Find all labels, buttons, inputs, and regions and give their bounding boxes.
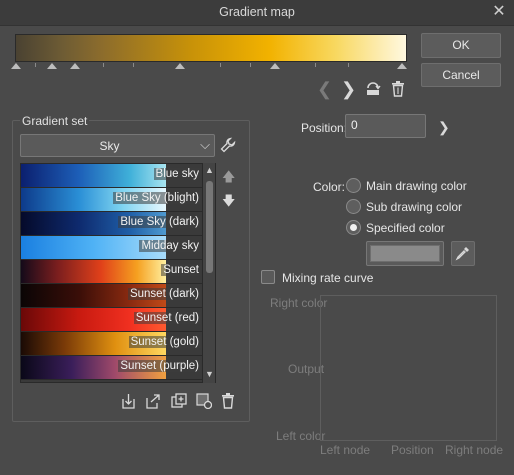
list-item[interactable]: Blue Sky (dark) <box>21 212 203 236</box>
gradient-node-marker[interactable] <box>397 63 407 69</box>
mixing-rate-checkbox[interactable] <box>261 270 275 284</box>
invert-gradient-icon[interactable] <box>365 81 381 97</box>
list-item[interactable]: Blue sky <box>21 164 203 188</box>
close-icon[interactable]: ✕ <box>490 3 508 21</box>
gradient-node-marker[interactable] <box>70 63 80 69</box>
gradient-node-track[interactable] <box>11 63 407 73</box>
tick-mark <box>315 63 316 67</box>
tick-mark <box>35 63 36 67</box>
gradient-node-marker[interactable] <box>175 63 185 69</box>
list-item[interactable]: Sunset (gold) <box>21 332 203 356</box>
gradient-set-selected: Sky <box>99 139 120 153</box>
gradient-set-dropdown[interactable]: Sky ⌵ <box>20 134 215 157</box>
specified-color-swatch[interactable] <box>366 241 444 266</box>
gradient-node-marker[interactable] <box>47 63 57 69</box>
tick-mark <box>133 63 134 67</box>
gradient-swatch <box>21 164 166 187</box>
gradient-name: Blue Sky (dark) <box>118 216 201 228</box>
tick-mark <box>250 63 251 67</box>
left-color-label: Left color <box>276 429 326 443</box>
tick-mark <box>103 63 104 67</box>
gradient-name: Sunset (red) <box>133 312 201 324</box>
list-item[interactable]: Sunset (purple) <box>21 356 203 380</box>
scroll-down-icon[interactable]: ▼ <box>203 369 216 381</box>
gradient-name: Sunset (gold) <box>128 336 201 348</box>
move-down-icon[interactable]: 🡇 <box>222 192 235 214</box>
left-node-label: Left node <box>320 443 371 457</box>
list-item[interactable]: Midday sky <box>21 236 203 260</box>
position-axis-label: Position <box>391 443 434 457</box>
window-title: Gradient map <box>219 5 295 19</box>
sub-color-radio[interactable] <box>346 199 361 214</box>
gradient-name: Sunset (dark) <box>127 288 201 300</box>
tick-mark <box>348 63 349 67</box>
mixing-rate-label[interactable]: Mixing rate curve <box>282 271 373 285</box>
specified-color-radio[interactable] <box>346 220 361 235</box>
gradient-name: Midday sky <box>139 240 201 252</box>
scroll-thumb[interactable] <box>206 181 213 273</box>
gradient-preview-bar[interactable] <box>15 34 407 62</box>
cancel-button[interactable]: Cancel <box>421 63 501 87</box>
gradient-node-marker[interactable] <box>270 63 280 69</box>
position-input[interactable]: 0 <box>345 114 426 138</box>
gradient-name: Blue sky <box>153 168 201 180</box>
gradient-swatch <box>21 260 166 283</box>
delete-gradient-icon[interactable] <box>221 393 235 409</box>
position-label: Position: <box>301 121 348 135</box>
export-gradient-icon[interactable] <box>145 393 161 409</box>
eyedropper-button[interactable] <box>451 241 475 266</box>
import-gradient-icon[interactable] <box>121 393 136 409</box>
list-scrollbar[interactable]: ▲ ▼ <box>202 163 215 383</box>
list-item[interactable]: Sunset (red) <box>21 308 203 332</box>
title-bar: Gradient map ✕ <box>0 0 514 26</box>
gradient-settings-icon[interactable] <box>196 393 212 409</box>
mixing-curve-graph <box>320 295 497 441</box>
gradient-node-marker[interactable] <box>11 63 21 69</box>
next-node-icon[interactable]: ❯ <box>341 80 356 98</box>
move-up-icon[interactable]: 🡅 <box>222 168 235 190</box>
chevron-down-icon: ⌵ <box>200 137 210 152</box>
output-label: Output <box>288 362 325 376</box>
main-color-radio[interactable] <box>346 178 361 193</box>
tick-mark <box>220 63 221 67</box>
list-item[interactable]: Sunset (dark) <box>21 284 203 308</box>
position-expand-icon[interactable]: ❯ <box>438 118 450 136</box>
color-swatch-fill <box>370 245 440 262</box>
right-node-label: Right node <box>445 443 504 457</box>
trash-icon[interactable] <box>391 81 405 97</box>
gradient-name: Sunset <box>161 264 201 276</box>
eyedropper-icon <box>455 247 469 261</box>
wrench-icon[interactable] <box>220 137 236 153</box>
sub-color-option[interactable]: Sub drawing color <box>366 200 462 214</box>
gradient-name: Blue Sky (blight) <box>113 192 201 204</box>
list-item[interactable]: Sunset <box>21 260 203 284</box>
scroll-up-icon[interactable]: ▲ <box>203 165 216 177</box>
color-label: Color: <box>313 180 346 194</box>
gradient-list[interactable]: Blue sky Blue Sky (blight) Blue Sky (dar… <box>20 163 216 383</box>
previous-node-icon[interactable]: ❮ <box>317 80 332 98</box>
right-color-label: Right color <box>270 296 328 310</box>
specified-color-option[interactable]: Specified color <box>366 221 445 235</box>
main-color-option[interactable]: Main drawing color <box>366 179 467 193</box>
gradient-set-label: Gradient set <box>20 114 90 128</box>
duplicate-gradient-icon[interactable] <box>171 393 187 409</box>
ok-button[interactable]: OK <box>421 33 501 58</box>
list-item[interactable]: Blue Sky (blight) <box>21 188 203 212</box>
gradient-name: Sunset (purple) <box>118 360 201 372</box>
